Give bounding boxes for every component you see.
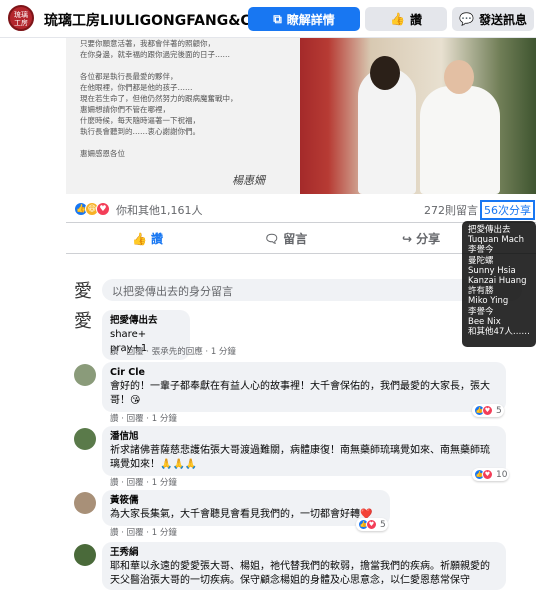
comment-meta[interactable]: 讚 · 回覆 · 1 分鐘 — [110, 412, 177, 424]
reaction-count: 10 — [496, 469, 508, 480]
comment-avatar[interactable] — [74, 428, 96, 450]
comment-bubble: Cir Cle 會好的！一輩子都奉獻在有益人心的故事裡！大千會保佑的，我們最愛的… — [102, 362, 506, 412]
tooltip-line: Sunny Hsia — [468, 265, 516, 276]
page-logo[interactable]: 琉璃 工房 — [8, 5, 34, 31]
like-action-button[interactable]: 👍 讚 — [132, 230, 163, 247]
tooltip-line: 曼陀螺 — [468, 255, 494, 266]
comment-bubble: 黃筱儒 為大家長集氣，大千會聽見會看見我們的，一切都會好轉❤️ — [102, 490, 390, 526]
tooltip-line: 把愛傳出去 — [468, 225, 511, 235]
page-like-button[interactable]: 👍 讚 — [365, 7, 447, 31]
comment-avatar[interactable] — [74, 544, 96, 566]
share-action-button[interactable]: ↪ 分享 — [402, 230, 440, 247]
tooltip-line: 李譽今 — [468, 245, 494, 256]
comment-meta[interactable]: 讚 · 回覆 · 1 分鐘 — [110, 476, 177, 488]
couple-photo — [300, 38, 536, 194]
comment-author[interactable]: Cir Cle — [110, 366, 498, 380]
comment-action-button[interactable]: 🗨 留言 — [264, 230, 307, 247]
letter-signature: 楊惠姍 — [232, 174, 265, 187]
post-stats: 👍 😆 ♥ 你和其他1,161人 272則留言 56次分享 — [66, 198, 536, 220]
tooltip-line: 李譽今 — [468, 306, 494, 317]
tooltip-line: 和其他47人…… — [468, 327, 530, 338]
letter-text: 只要你願意活著，我都會伴著的照顧你， 在你身邊，就幸福的跟你過完後面的日子…… … — [80, 39, 238, 158]
tooltip-line: Bee Nix — [468, 316, 501, 327]
post-image[interactable]: 只要你願意活著，我都會伴著的照顧你， 在你身邊，就幸福的跟你過完後面的日子…… … — [66, 38, 536, 194]
comment-author[interactable]: 王秀絹 — [110, 546, 498, 560]
comment-text: 會好的！一輩子都奉獻在有益人心的故事裡！大千會保佑的，我們最愛的大家長，張大哥！… — [110, 381, 490, 406]
tooltip-line: Kanzai Huang — [468, 276, 527, 287]
comment-text: 耶和華以永遠的愛愛張大哥、楊姐，祂代替我們的軟弱，擔當我們的疾病。祈願親愛的天父… — [110, 561, 490, 586]
learn-more-label: 瞭解詳情 — [286, 12, 335, 27]
man-figure — [420, 86, 500, 194]
shares-count[interactable]: 56次分享 — [480, 200, 535, 220]
commenter-avatar[interactable]: 愛 — [74, 280, 98, 304]
comment-reactions[interactable]: 👍 ♥ 5 — [356, 518, 388, 531]
like-action-label: 讚 — [150, 232, 163, 246]
comment-author[interactable]: 把愛傳出去 — [110, 314, 182, 328]
comment-author[interactable]: 黃筱儒 — [110, 494, 382, 508]
comment-reactions[interactable]: 👍 ♥ 10 — [472, 468, 510, 481]
comment-bubble-icon: 🗨 — [264, 231, 280, 246]
comment-text: 祈求諸佛菩薩慈悲護佑張大哥渡過難關，病體康復！南無藥師琉璃覺如來、南無藥師琉璃覺… — [110, 445, 490, 470]
share-arrow-icon: ↪ — [402, 231, 413, 246]
learn-more-button[interactable]: ⧉ 瞭解詳情 — [248, 7, 360, 31]
shares-tooltip: 把愛傳出去 Tuquan Mach 李譽今 曼陀螺 Sunny Hsia Kan… — [462, 221, 536, 347]
messenger-icon: 💬 — [459, 12, 474, 26]
external-link-icon: ⧉ — [273, 11, 282, 26]
comment-text: 為大家長集氣，大千會聽見會看見我們的，一切都會好轉❤️ — [110, 509, 373, 520]
tooltip-line: 許有勝 — [468, 286, 494, 297]
share-action-label: 分享 — [416, 232, 441, 246]
send-message-button[interactable]: 💬 發送訊息 — [452, 7, 534, 31]
tooltip-line: Tuquan Mach — [468, 235, 524, 246]
comment-meta[interactable]: 讚 · 回覆 · 張承先的回應 · 1 分鐘 — [110, 345, 236, 357]
reaction-count: 5 — [496, 405, 502, 416]
comment-avatar[interactable] — [74, 364, 96, 386]
tooltip-line: Miko Ying — [468, 296, 509, 307]
man-head — [444, 60, 474, 94]
love-reaction-icon: ♥ — [366, 519, 377, 530]
comment-bubble: 王秀絹 耶和華以永遠的愛愛張大哥、楊姐，祂代替我們的軟弱，擔當我們的疾病。祈願親… — [102, 542, 506, 590]
love-reaction-icon: ♥ — [96, 202, 110, 216]
comment-author[interactable]: 潘信旭 — [110, 430, 498, 444]
comment-meta[interactable]: 讚 · 回覆 · 1 分鐘 — [110, 526, 177, 538]
send-message-label: 發送訊息 — [478, 12, 527, 27]
reaction-count: 5 — [380, 519, 386, 530]
comment-input[interactable]: 以把愛傳出去的身分留言 — [102, 279, 522, 301]
comment-reactions[interactable]: 👍 ♥ 5 — [472, 404, 504, 417]
comment-bubble: 潘信旭 祈求諸佛菩薩慈悲護佑張大哥渡過難關，病體康復！南無藥師琉璃覺如來、南無藥… — [102, 426, 506, 476]
comment-action-label: 留言 — [283, 232, 308, 246]
comment-avatar[interactable]: 愛 — [74, 310, 98, 334]
thumbs-up-icon: 👍 — [390, 12, 405, 26]
comments-count[interactable]: 272則留言 — [424, 202, 478, 218]
page-header: 琉璃 工房 琉璃工房LIULIGONGFANG&CO. ⧉ 瞭解詳情 👍 讚 💬 … — [0, 0, 536, 38]
comment-avatar[interactable] — [74, 492, 96, 514]
page-name[interactable]: 琉璃工房LIULIGONGFANG&CO. — [44, 10, 268, 30]
love-reaction-icon: ♥ — [482, 469, 493, 480]
page-like-label: 讚 — [409, 12, 422, 27]
thumbs-up-icon: 👍 — [132, 231, 147, 246]
reactions-count[interactable]: 你和其他1,161人 — [116, 202, 203, 218]
woman-head — [370, 56, 400, 90]
reaction-icons[interactable]: 👍 😆 ♥ — [74, 202, 110, 216]
love-reaction-icon: ♥ — [482, 405, 493, 416]
